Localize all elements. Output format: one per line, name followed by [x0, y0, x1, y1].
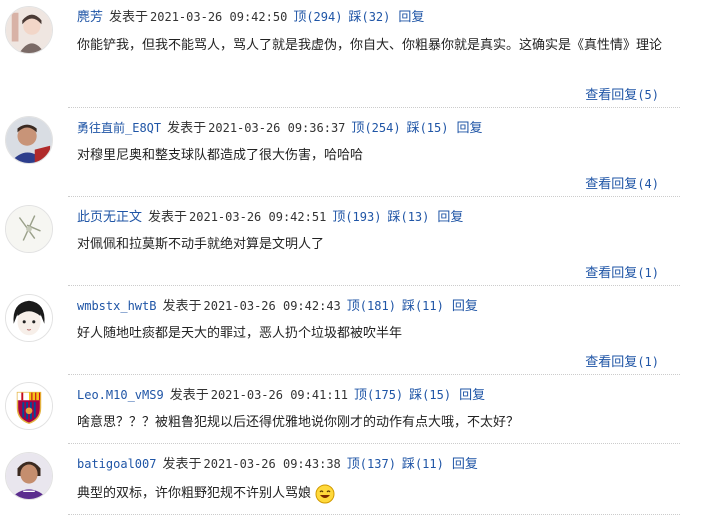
downvote-button[interactable]: 踩(32): [348, 10, 390, 25]
upvote-count: (294): [306, 10, 343, 24]
divider: [68, 374, 680, 375]
upvote-count: (137): [359, 457, 396, 471]
downvote-count: (11): [414, 299, 444, 313]
reply-button[interactable]: 回复: [452, 299, 478, 314]
upvote-button[interactable]: 顶(193): [332, 210, 381, 225]
posted-label: 发表于: [162, 299, 202, 314]
view-replies-label: 查看回复: [585, 177, 638, 192]
downvote-count: (15): [419, 121, 449, 135]
username-link[interactable]: 麂芳: [77, 10, 103, 25]
downvote-label: 踩: [348, 10, 362, 25]
upvote-button[interactable]: 顶(294): [293, 10, 342, 25]
reply-button[interactable]: 回复: [452, 457, 478, 472]
reply-button[interactable]: 回复: [459, 388, 485, 403]
fiorentina-player-avatar-icon[interactable]: [5, 452, 53, 500]
posted-label: 发表于: [109, 10, 149, 25]
downvote-label: 踩: [409, 388, 423, 403]
username-link[interactable]: wmbstx_hwtB: [77, 299, 156, 313]
upvote-label: 顶: [332, 210, 346, 225]
footballer-avatar-icon[interactable]: [5, 116, 53, 164]
downvote-label: 踩: [387, 210, 401, 225]
laughing-face-emoji-icon: [315, 484, 335, 504]
username-link[interactable]: Leo.M10_vMS9: [77, 388, 164, 402]
timestamp: 2021-03-26 09:42:43: [203, 299, 341, 313]
posted-label: 发表于: [169, 388, 209, 403]
reply-count: (5): [637, 88, 659, 102]
downvote-button[interactable]: 踩(11): [402, 457, 444, 472]
downvote-button[interactable]: 踩(13): [387, 210, 429, 225]
divider: [68, 107, 680, 108]
upvote-count: (181): [359, 299, 396, 313]
username-link[interactable]: 勇往直前_E8QT: [77, 121, 161, 135]
downvote-button[interactable]: 踩(15): [407, 121, 449, 136]
comment-text: 对佩佩和拉莫斯不动手就绝对算是文明人了: [77, 237, 325, 252]
comment-text: 你能铲我，但我不能骂人，骂人了就是我虚伪，你自大、你粗暴你就是真实。这确实是《真…: [77, 38, 663, 53]
view-replies-label: 查看回复: [585, 355, 638, 370]
username-link[interactable]: batigoal007: [77, 457, 156, 471]
reply-button[interactable]: 回复: [437, 210, 463, 225]
view-replies-link[interactable]: 查看回复(1): [585, 262, 659, 281]
reply-count: (1): [637, 355, 659, 369]
upvote-label: 顶: [346, 299, 360, 314]
downvote-button[interactable]: 踩(11): [402, 299, 444, 314]
comment-text: 啥意思？？？被粗鲁犯规以后还得优雅地说你刚才的动作有点大哦，不太好？: [77, 415, 520, 430]
view-replies-link[interactable]: 查看回复(5): [585, 84, 659, 103]
anime-face-avatar-icon[interactable]: [5, 294, 53, 342]
divider: [68, 514, 680, 515]
reply-count: (1): [637, 266, 659, 280]
comment-text: 典型的双标，许你粗野犯规不许别人骂娘: [77, 481, 682, 507]
downvote-button[interactable]: 踩(15): [409, 388, 451, 403]
downvote-label: 踩: [401, 457, 415, 472]
upvote-button[interactable]: 顶(254): [351, 121, 400, 136]
barcelona-crest-avatar-icon[interactable]: [5, 382, 53, 430]
divider: [68, 443, 680, 444]
comment-text: 对穆里尼奥和整支球队都造成了很大伤害，哈哈哈: [77, 148, 364, 163]
comment-text: 好人随地吐痰都是天大的罪过，恶人扔个垃圾都被吹半年: [77, 326, 403, 341]
upvote-count: (254): [364, 121, 401, 135]
upvote-label: 顶: [346, 457, 360, 472]
downvote-count: (11): [414, 457, 444, 471]
timestamp: 2021-03-26 09:42:50: [150, 10, 288, 24]
view-replies-label: 查看回复: [585, 88, 638, 103]
upvote-button[interactable]: 顶(181): [347, 299, 396, 314]
reply-count: (4): [637, 177, 659, 191]
upvote-label: 顶: [293, 10, 307, 25]
downvote-count: (15): [422, 388, 452, 402]
timestamp: 2021-03-26 09:41:11: [210, 388, 348, 402]
posted-label: 发表于: [148, 210, 188, 225]
upvote-count: (175): [367, 388, 404, 402]
username-link[interactable]: 此页无正文: [77, 210, 142, 225]
divider: [68, 196, 680, 197]
comment-text-content: 典型的双标，许你粗野犯规不许别人骂娘: [77, 486, 312, 501]
view-replies-label: 查看回复: [585, 266, 638, 281]
upvote-label: 顶: [351, 121, 365, 136]
downvote-label: 踩: [406, 121, 420, 136]
posted-label: 发表于: [167, 121, 207, 136]
divider: [68, 285, 680, 286]
downvote-count: (13): [400, 210, 430, 224]
upvote-button[interactable]: 顶(137): [347, 457, 396, 472]
downvote-count: (32): [361, 10, 391, 24]
reply-button[interactable]: 回复: [456, 121, 482, 136]
view-replies-link[interactable]: 查看回复(1): [585, 351, 659, 370]
upvote-button[interactable]: 顶(175): [354, 388, 403, 403]
downvote-label: 踩: [401, 299, 415, 314]
sketch-avatar-icon[interactable]: [5, 205, 53, 253]
timestamp: 2021-03-26 09:43:38: [203, 457, 341, 471]
upvote-count: (193): [345, 210, 382, 224]
portrait-avatar-icon[interactable]: [5, 6, 53, 54]
timestamp: 2021-03-26 09:36:37: [208, 121, 346, 135]
view-replies-link[interactable]: 查看回复(4): [585, 173, 659, 192]
reply-button[interactable]: 回复: [398, 10, 424, 25]
upvote-label: 顶: [354, 388, 368, 403]
timestamp: 2021-03-26 09:42:51: [189, 210, 327, 224]
posted-label: 发表于: [162, 457, 202, 472]
